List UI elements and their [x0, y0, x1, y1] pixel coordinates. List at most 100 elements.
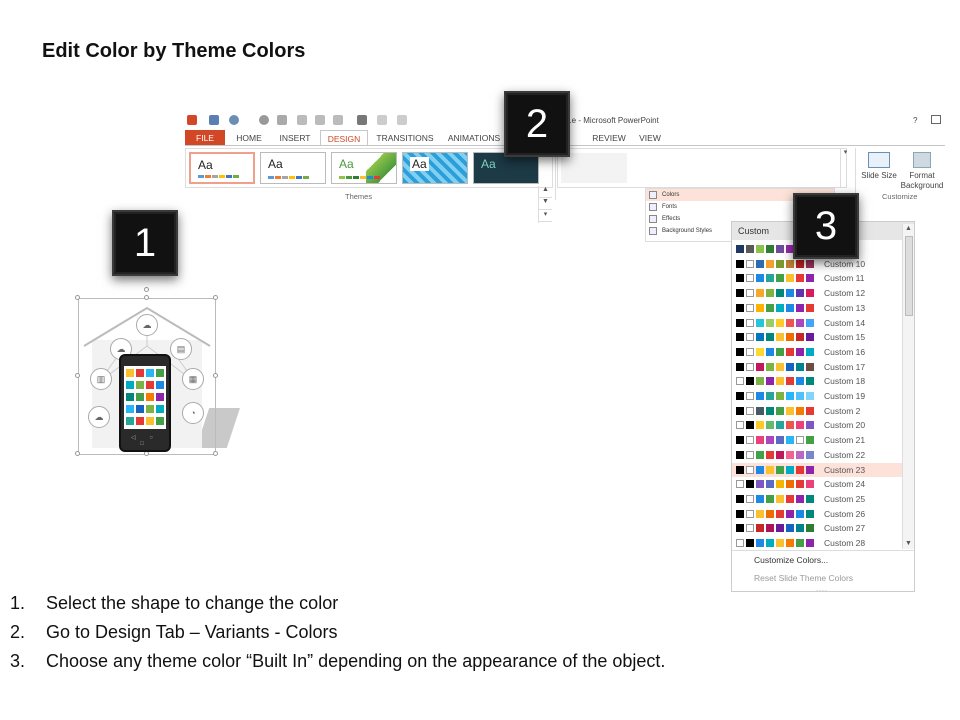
color-swatch [806, 524, 814, 533]
color-scheme-row[interactable]: Custom 28 [732, 536, 902, 551]
quick-tool-icon[interactable] [397, 115, 407, 125]
color-scheme-label: Custom 19 [824, 391, 866, 401]
resize-handle[interactable] [213, 451, 218, 456]
color-scheme-row[interactable]: Custom 11 [732, 271, 902, 286]
tab-design[interactable]: DESIGN [320, 130, 368, 146]
quick-tool-icon[interactable] [333, 115, 343, 125]
quick-tool-icon[interactable] [315, 115, 325, 125]
tab-animations[interactable]: ANIMATIONS [443, 130, 505, 146]
color-swatch [776, 377, 784, 386]
variant-thumbnail[interactable] [561, 153, 627, 183]
color-swatch [776, 333, 784, 342]
theme-thumbnail[interactable]: Aa [331, 152, 397, 184]
step-badge-1: 1 [112, 210, 178, 276]
color-swatch [796, 333, 804, 342]
redo-icon[interactable] [259, 115, 269, 125]
save-icon[interactable] [209, 115, 219, 125]
color-scheme-row[interactable]: Custom 19 [732, 389, 902, 404]
color-swatch [746, 465, 754, 474]
app-tile-icon [126, 405, 134, 413]
help-button[interactable]: ? [913, 116, 917, 125]
rotate-handle[interactable] [144, 287, 149, 292]
color-swatch [806, 494, 814, 503]
tab-view[interactable]: VIEW [635, 130, 665, 146]
tab-home[interactable]: HOME [229, 130, 269, 146]
resize-handle[interactable] [75, 373, 80, 378]
undo-icon[interactable] [229, 115, 239, 125]
color-scheme-row[interactable]: Custom 24 [732, 477, 902, 492]
phone-nav-buttons: ◁ ○ □ [131, 435, 159, 447]
reset-theme-colors-button[interactable]: Reset Slide Theme Colors [754, 573, 853, 583]
color-swatch [786, 318, 794, 327]
chevron-down-icon[interactable]: ▼ [539, 198, 552, 210]
theme-thumbnail[interactable]: Aa [402, 152, 468, 184]
resize-handle[interactable] [213, 373, 218, 378]
color-swatch [796, 494, 804, 503]
tab-insert[interactable]: INSERT [273, 130, 317, 146]
color-scheme-row[interactable]: Custom 20 [732, 418, 902, 433]
powerpoint-logo-icon [187, 115, 197, 125]
scroll-thumb[interactable] [905, 236, 913, 316]
color-scheme-row[interactable]: Custom 15 [732, 330, 902, 345]
quick-tool-icon[interactable] [377, 115, 387, 125]
color-scheme-row[interactable]: Custom 12 [732, 286, 902, 301]
step-text: Go to Design Tab – Variants - Colors [46, 622, 338, 642]
resize-handle[interactable] [213, 295, 218, 300]
variants-scroll[interactable]: ▾ [840, 148, 850, 188]
more-icon[interactable]: ▾ [539, 210, 552, 222]
scroll-up-icon[interactable]: ▲ [903, 224, 914, 234]
color-scheme-row[interactable]: Custom 18 [732, 374, 902, 389]
color-swatch [756, 259, 764, 268]
color-scheme-row[interactable]: Custom 23 [732, 462, 902, 478]
color-swatch [776, 539, 784, 547]
panel-scrollbar[interactable]: ▲ ▼ [902, 224, 914, 549]
resize-handle[interactable] [75, 295, 80, 300]
color-scheme-row[interactable]: Custom 17 [732, 360, 902, 375]
color-scheme-row[interactable]: Custom 14 [732, 316, 902, 331]
color-scheme-row[interactable]: Custom 2 [732, 404, 902, 419]
color-scheme-row[interactable]: Custom 27 [732, 521, 902, 536]
color-swatch [746, 450, 754, 459]
tab-review[interactable]: REVIEW [589, 130, 629, 146]
color-swatch [766, 494, 774, 503]
tab-file[interactable]: FILE [185, 130, 225, 146]
color-swatch [786, 377, 794, 386]
color-scheme-row[interactable]: Custom 22 [732, 448, 902, 463]
color-swatch [766, 259, 774, 268]
restore-window-icon[interactable] [931, 115, 941, 124]
start-slideshow-icon[interactable] [277, 115, 287, 125]
scroll-down-icon[interactable]: ▼ [903, 539, 914, 549]
color-scheme-row[interactable]: Custom 26 [732, 507, 902, 522]
color-swatch [756, 333, 764, 342]
color-scheme-row[interactable]: Custom 16 [732, 345, 902, 360]
color-scheme-row[interactable]: Custom 21 [732, 433, 902, 448]
resize-handle[interactable] [75, 451, 80, 456]
color-swatch [776, 259, 784, 268]
color-swatch [756, 318, 764, 327]
window-title: ...e - Microsoft PowerPoint [565, 116, 659, 125]
slide-size-button[interactable]: Slide Size [861, 152, 897, 196]
color-swatch [796, 524, 804, 533]
barcode-icon: ▦ [182, 368, 204, 390]
chevron-up-icon[interactable]: ▲ [539, 186, 552, 198]
gallery-scroll[interactable]: ▲ ▼ ▾ [538, 186, 552, 223]
menu-item-label: Background Styles [662, 228, 713, 234]
app-tile-icon [146, 369, 154, 377]
color-swatch [746, 362, 754, 371]
color-swatch [766, 377, 774, 386]
subscript-icon[interactable] [357, 115, 367, 125]
theme-thumbnail[interactable]: Aa [260, 152, 326, 184]
color-scheme-row[interactable]: Custom 25 [732, 492, 902, 507]
color-swatch [776, 347, 784, 356]
theme-thumbnail[interactable]: Aa [189, 152, 255, 184]
color-swatch [736, 362, 744, 371]
color-scheme-row[interactable]: Custom 13 [732, 301, 902, 316]
color-swatch [766, 406, 774, 415]
quick-tool-icon[interactable] [297, 115, 307, 125]
color-scheme-label: Custom 2 [824, 405, 861, 416]
tab-transitions[interactable]: TRANSITIONS [372, 130, 438, 146]
app-tile-icon [156, 393, 164, 401]
format-background-button[interactable]: Format Background [899, 152, 945, 196]
customize-colors-button[interactable]: Customize Colors... [754, 555, 828, 565]
color-swatch [776, 245, 784, 253]
